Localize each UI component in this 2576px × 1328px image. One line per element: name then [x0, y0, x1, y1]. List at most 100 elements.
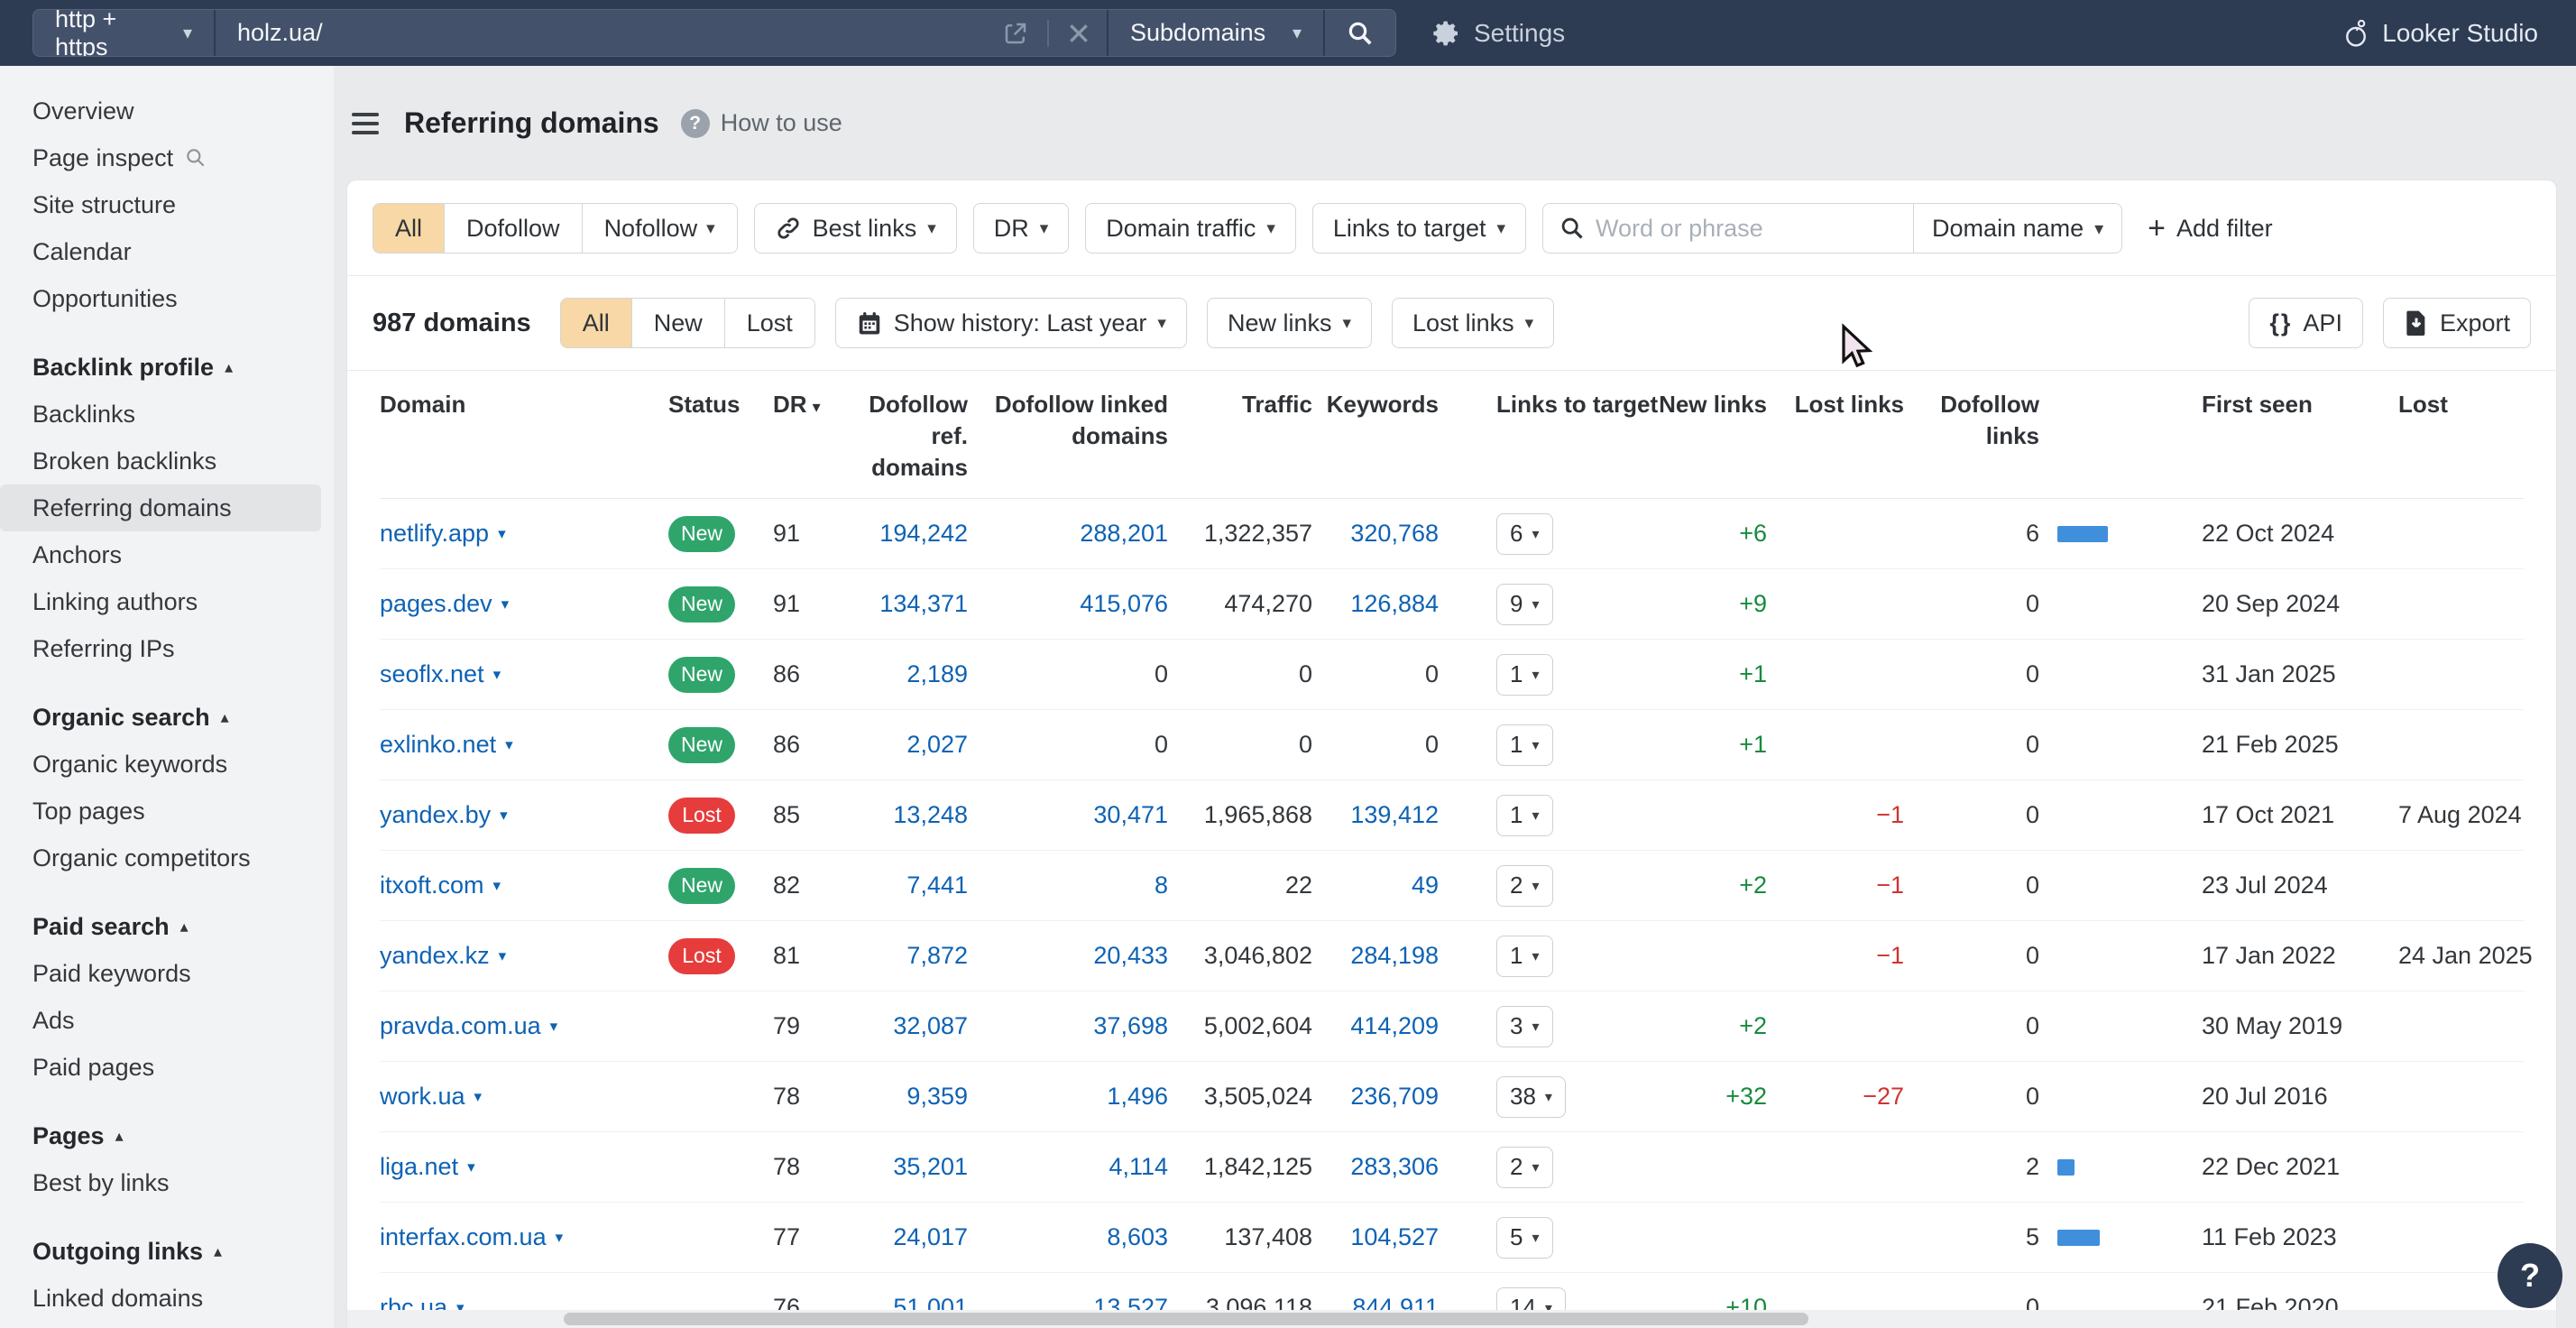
domain-link[interactable]: seoflx.net▾ — [380, 660, 501, 688]
links-to-target-dropdown[interactable]: 2▾ — [1496, 1147, 1553, 1188]
sidebar-item-backlinks[interactable]: Backlinks — [0, 391, 321, 438]
looker-studio-button[interactable]: Looker Studio — [2342, 18, 2538, 49]
sidebar-item-broken-backlinks[interactable]: Broken backlinks — [0, 438, 321, 484]
sidebar-item-organic-competitors[interactable]: Organic competitors — [0, 835, 321, 881]
sidebar-section-header[interactable]: Paid search▴ — [0, 903, 334, 950]
dofollow-ref-domains-link[interactable]: 134,371 — [879, 590, 968, 617]
help-fab-button[interactable]: ? — [2498, 1243, 2562, 1308]
new-links-dropdown[interactable]: New links▾ — [1207, 298, 1372, 348]
links-to-target-dropdown[interactable]: 1▾ — [1496, 795, 1553, 836]
word-search-box[interactable] — [1543, 204, 1913, 253]
sidebar-item-best-by-links[interactable]: Best by links — [0, 1159, 321, 1206]
sidebar-item-page-inspect[interactable]: Page inspect — [0, 134, 321, 181]
column-header-first-seen[interactable]: First seen — [2121, 389, 2362, 420]
dofollow-linked-domains-link[interactable]: 4,114 — [1109, 1153, 1168, 1180]
keywords-link[interactable]: 126,884 — [1350, 590, 1439, 617]
links-to-target-dropdown[interactable]: 3▾ — [1496, 1006, 1553, 1047]
links-to-target-filter-dropdown[interactable]: Links to target▾ — [1312, 203, 1526, 254]
dofollow-ref-domains-link[interactable]: 194,242 — [879, 520, 968, 547]
dofollow-ref-domains-link[interactable]: 7,872 — [906, 942, 968, 969]
links-to-target-dropdown[interactable]: 9▾ — [1496, 584, 1553, 625]
sidebar-item-linked-domains[interactable]: Linked domains — [0, 1275, 321, 1322]
sidebar-item-paid-pages[interactable]: Paid pages — [0, 1044, 321, 1091]
segment-new[interactable]: New — [631, 299, 724, 347]
open-in-new-icon[interactable] — [1002, 20, 1029, 47]
links-to-target-dropdown[interactable]: 2▾ — [1496, 865, 1553, 907]
domain-link[interactable]: itxoft.com▾ — [380, 872, 501, 899]
column-header-dr[interactable]: DR▾ — [751, 389, 833, 420]
dofollow-linked-domains-link[interactable]: 8 — [1155, 872, 1168, 899]
best-links-dropdown[interactable]: Best links▾ — [754, 203, 957, 254]
add-filter-button[interactable]: +Add filter — [2148, 213, 2272, 244]
sidebar-item-ads[interactable]: Ads — [0, 997, 321, 1044]
keywords-link[interactable]: 283,306 — [1350, 1153, 1439, 1180]
clear-icon[interactable] — [1067, 22, 1090, 45]
segment-lost[interactable]: Lost — [724, 299, 814, 347]
domain-link[interactable]: yandex.kz▾ — [380, 942, 506, 970]
dofollow-ref-domains-link[interactable]: 2,027 — [906, 731, 968, 758]
column-header-dofollow-linked-domains[interactable]: Dofollow linked domains — [968, 389, 1168, 452]
sidebar-section-header[interactable]: Pages▴ — [0, 1112, 334, 1159]
search-mode-dropdown[interactable]: Domain name▾ — [1913, 204, 2121, 253]
dofollow-linked-domains-link[interactable]: 0 — [1155, 731, 1168, 758]
keywords-link[interactable]: 104,527 — [1350, 1223, 1439, 1250]
domain-link[interactable]: pages.dev▾ — [380, 590, 509, 618]
dofollow-linked-domains-link[interactable]: 1,496 — [1107, 1083, 1168, 1110]
sidebar-item-overview[interactable]: Overview — [0, 88, 321, 134]
url-input[interactable]: holz.ua/ — [214, 10, 1107, 56]
sidebar-item-organic-keywords[interactable]: Organic keywords — [0, 741, 321, 788]
links-to-target-dropdown[interactable]: 38▾ — [1496, 1076, 1566, 1118]
domain-link[interactable]: netlify.app▾ — [380, 520, 506, 548]
dr-filter-dropdown[interactable]: DR▾ — [973, 203, 1070, 254]
horizontal-scrollbar-thumb[interactable] — [564, 1313, 1808, 1325]
dofollow-linked-domains-link[interactable]: 37,698 — [1093, 1012, 1168, 1039]
export-button[interactable]: Export — [2383, 298, 2531, 348]
domain-link[interactable]: liga.net▾ — [380, 1153, 475, 1181]
sidebar-item-referring-domains[interactable]: Referring domains — [0, 484, 321, 531]
sidebar-item-paid-keywords[interactable]: Paid keywords — [0, 950, 321, 997]
links-to-target-dropdown[interactable]: 6▾ — [1496, 513, 1553, 555]
column-header-lost[interactable]: Lost — [2362, 389, 2534, 420]
dofollow-ref-domains-link[interactable]: 35,201 — [893, 1153, 968, 1180]
dofollow-ref-domains-link[interactable]: 32,087 — [893, 1012, 968, 1039]
keywords-link[interactable]: 139,412 — [1350, 801, 1439, 828]
sidebar-item-opportunities[interactable]: Opportunities — [0, 275, 321, 322]
settings-button[interactable]: Settings — [1432, 19, 1565, 48]
segment-nofollow[interactable]: Nofollow▾ — [582, 204, 737, 253]
column-header-links-to-target[interactable]: Links to target — [1439, 389, 1639, 420]
keywords-link[interactable]: 0 — [1425, 731, 1439, 758]
sidebar-item-referring-ips[interactable]: Referring IPs — [0, 625, 321, 672]
segment-all-status[interactable]: All — [561, 299, 631, 347]
search-submit-button[interactable] — [1323, 10, 1395, 56]
domain-traffic-filter-dropdown[interactable]: Domain traffic▾ — [1085, 203, 1296, 254]
keywords-link[interactable]: 284,198 — [1350, 942, 1439, 969]
keywords-link[interactable]: 0 — [1425, 660, 1439, 687]
sidebar-item-site-structure[interactable]: Site structure — [0, 181, 321, 228]
column-header-new-links[interactable]: New links — [1639, 389, 1767, 420]
keywords-link[interactable]: 49 — [1412, 872, 1439, 899]
dofollow-ref-domains-link[interactable]: 13,248 — [893, 801, 968, 828]
domain-link[interactable]: work.ua▾ — [380, 1083, 482, 1111]
help-circle-icon[interactable]: ? — [681, 109, 710, 138]
segment-all[interactable]: All — [373, 204, 444, 253]
dofollow-linked-domains-link[interactable]: 415,076 — [1080, 590, 1168, 617]
domain-link[interactable]: pravda.com.ua▾ — [380, 1012, 557, 1040]
column-header-traffic[interactable]: Traffic — [1168, 389, 1312, 420]
sidebar-item-linking-authors[interactable]: Linking authors — [0, 578, 321, 625]
menu-toggle-icon[interactable] — [352, 113, 379, 134]
column-header-domain[interactable]: Domain — [380, 389, 650, 420]
dofollow-ref-domains-link[interactable]: 9,359 — [906, 1083, 968, 1110]
keywords-link[interactable]: 320,768 — [1350, 520, 1439, 547]
sidebar-item-calendar[interactable]: Calendar — [0, 228, 321, 275]
column-header-dofollow-ref-domains[interactable]: Dofollow ref. domains — [833, 389, 968, 484]
column-header-status[interactable]: Status — [650, 389, 751, 420]
dofollow-ref-domains-link[interactable]: 7,441 — [906, 872, 968, 899]
keywords-link[interactable]: 236,709 — [1350, 1083, 1439, 1110]
sidebar-section-header[interactable]: Organic search▴ — [0, 694, 334, 741]
word-search-input[interactable] — [1596, 215, 1897, 243]
sidebar-section-header[interactable]: Outgoing links▴ — [0, 1228, 334, 1275]
sidebar-item-anchors[interactable]: Anchors — [0, 531, 321, 578]
segment-dofollow[interactable]: Dofollow — [444, 204, 582, 253]
show-history-dropdown[interactable]: Show history: Last year▾ — [835, 298, 1187, 348]
sidebar-section-header[interactable]: Backlink profile▴ — [0, 344, 334, 391]
